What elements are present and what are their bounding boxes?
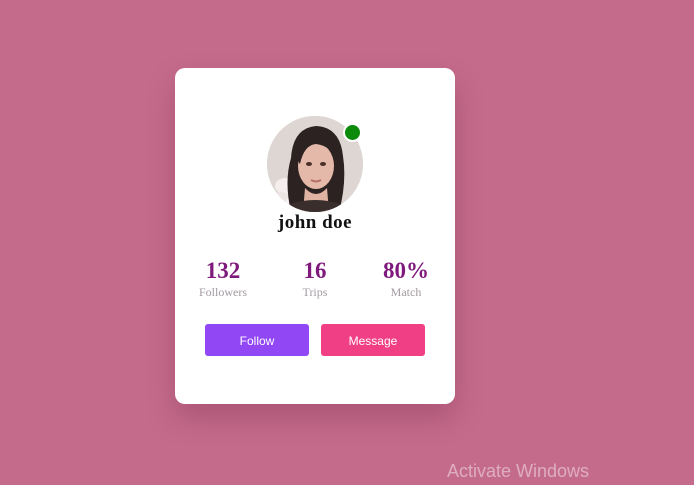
stat-trips: 16 Trips xyxy=(269,258,361,299)
online-status-indicator xyxy=(343,123,362,142)
stat-value: 132 xyxy=(205,258,241,283)
activate-windows-watermark: Activate Windows xyxy=(447,461,590,481)
stat-label: Followers xyxy=(199,285,247,299)
stat-label: Trips xyxy=(302,285,328,299)
profile-name: john doe xyxy=(277,212,353,233)
message-button[interactable]: Message xyxy=(321,324,425,356)
stat-value: 80% xyxy=(383,258,429,283)
follow-button[interactable]: Follow xyxy=(205,324,309,356)
stat-label: Match xyxy=(390,285,422,299)
avatar-container xyxy=(267,116,363,212)
stat-followers: 132 Followers xyxy=(177,258,269,299)
stat-match: 80% Match xyxy=(360,258,452,299)
stat-value: 16 xyxy=(303,258,327,283)
profile-card: john doe 132 Followers 16 Trips 80% Matc… xyxy=(175,68,455,404)
